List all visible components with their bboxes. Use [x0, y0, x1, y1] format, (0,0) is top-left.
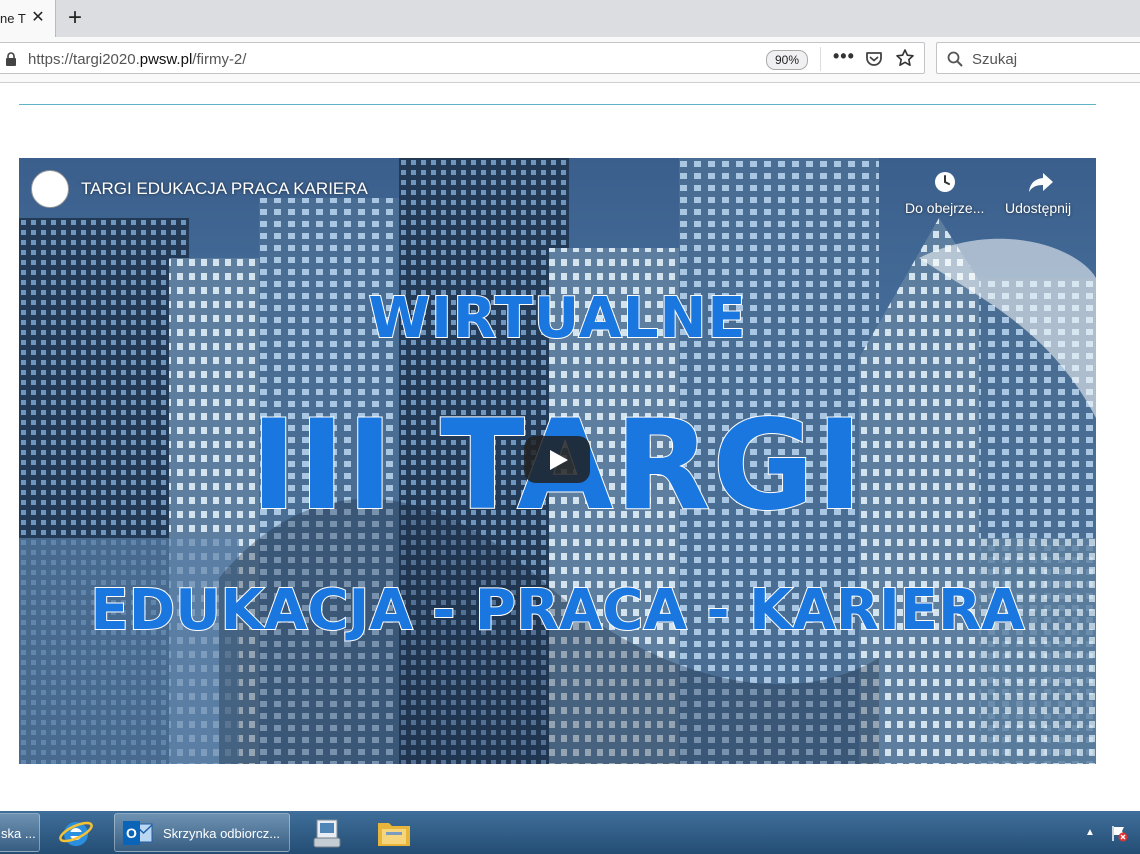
scanner-icon[interactable] — [312, 816, 342, 850]
pocket-icon[interactable] — [865, 50, 883, 68]
headline-bottom: EDUKACJA - PRACA - KARIERA — [89, 577, 1025, 644]
url-text[interactable]: https://targi2020.pwsw.pl/firmy-2/ — [28, 51, 246, 68]
lock-icon[interactable] — [5, 52, 17, 66]
taskbar-item-label: Skrzynka odbiorcz... — [163, 826, 281, 841]
taskbar-item-label: ska ... — [1, 826, 36, 841]
share-icon[interactable] — [1028, 170, 1054, 194]
url-domain: pwsw.pl — [139, 51, 193, 68]
tab-title: ne T — [0, 11, 26, 26]
internet-explorer-icon[interactable] — [58, 816, 94, 850]
taskbar-item-partial[interactable]: ska ... — [0, 813, 40, 852]
navigation-bar: https://targi2020.pwsw.pl/firmy-2/ 90% •… — [0, 37, 1140, 83]
show-hidden-icons-arrow[interactable]: ▲ — [1085, 827, 1095, 838]
channel-logo[interactable] — [31, 170, 69, 208]
search-box[interactable]: Szukaj — [936, 42, 1140, 74]
play-icon — [550, 450, 568, 470]
search-icon — [947, 51, 963, 67]
separator — [820, 47, 821, 71]
browser-tab[interactable]: ne T ✕ — [0, 0, 56, 37]
watch-later-label[interactable]: Do obejrze... — [905, 200, 984, 216]
outlook-icon: O — [123, 821, 153, 845]
close-icon[interactable]: ✕ — [29, 9, 47, 27]
address-bar[interactable]: https://targi2020.pwsw.pl/firmy-2/ 90% •… — [0, 42, 925, 74]
page-divider — [19, 104, 1096, 105]
play-button[interactable] — [524, 436, 590, 483]
url-path: /firmy-2/ — [192, 51, 247, 68]
bookmark-star-icon[interactable] — [895, 48, 915, 68]
tab-strip: ne T ✕ + — [0, 0, 1140, 38]
page-actions-menu-icon[interactable]: ••• — [833, 46, 855, 67]
taskbar-item-outlook[interactable]: O Skrzynka odbiorcz... — [114, 813, 290, 852]
search-placeholder: Szukaj — [972, 51, 1018, 68]
clock-icon[interactable] — [933, 170, 957, 194]
share-label[interactable]: Udostępnij — [1005, 200, 1071, 216]
url-prefix: https://targi2020. — [28, 51, 140, 68]
svg-text:O: O — [126, 825, 137, 841]
youtube-video-embed[interactable]: TARGI EDUKACJA PRACA KARIERA Do obejrze.… — [19, 158, 1096, 764]
folder-icon[interactable] — [376, 817, 412, 849]
action-center-flag-icon[interactable] — [1110, 824, 1128, 842]
headline-top: WIRTUALNE — [367, 285, 747, 352]
zoom-indicator[interactable]: 90% — [766, 50, 808, 70]
video-title[interactable]: TARGI EDUKACJA PRACA KARIERA — [81, 179, 368, 199]
new-tab-button[interactable]: + — [64, 6, 86, 30]
taskbar: ska ... O Skrzynka odbiorcz... ▲ — [0, 811, 1140, 854]
